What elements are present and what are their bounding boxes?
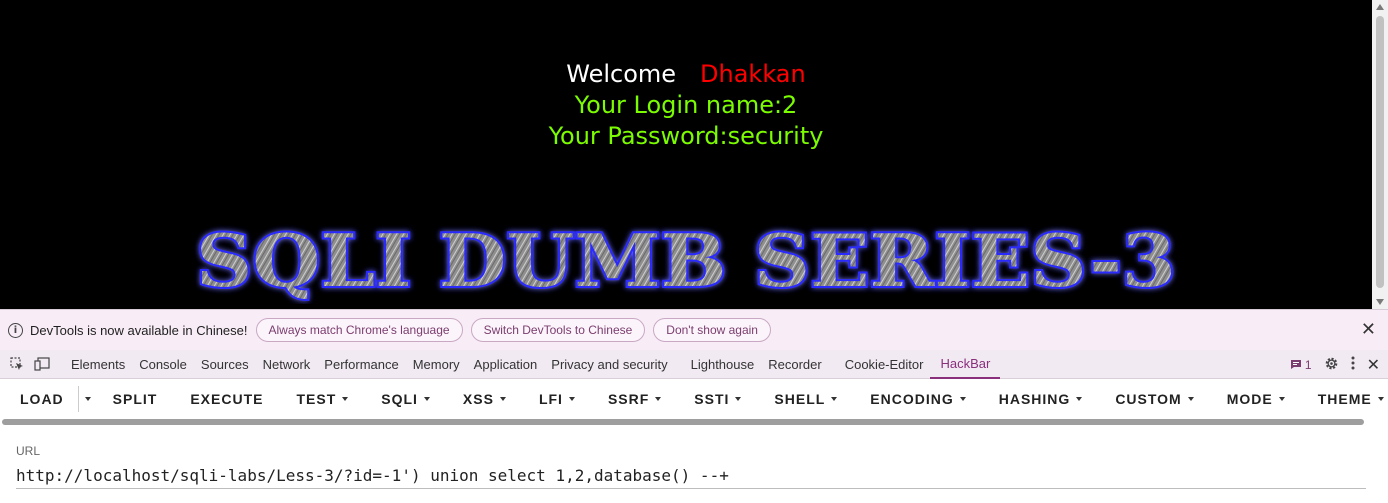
tab-recorder[interactable]: Recorder [761,350,828,379]
page-viewport: Welcome Dhakkan Your Login name:2 Your Pa… [0,0,1388,309]
page-content: Welcome Dhakkan Your Login name:2 Your Pa… [0,0,1372,309]
sqli-label: SQLI [381,391,418,407]
chevron-down-icon [1377,397,1384,401]
welcome-line: Welcome Dhakkan [0,60,1372,88]
hackbar-toolbar: LOAD SPLIT EXECUTE TEST SQLI XSS LFI SSR… [0,379,1388,419]
chevron-down-icon [959,397,966,401]
banner-text: SQLI DUMB SERIES-3 [196,218,1176,303]
execute-label: EXECUTE [190,391,264,407]
tab-elements[interactable]: Elements [64,350,132,379]
theme-menu-button[interactable]: THEME [1318,379,1384,419]
switch-to-chinese-button[interactable]: Switch DevTools to Chinese [470,318,646,342]
ssrf-label: SSRF [607,391,650,407]
url-input[interactable]: http://localhost/sqli-labs/Less-3/?id=-1… [16,466,729,485]
gear-icon[interactable] [1324,356,1339,374]
devtools-actions: 1 ✕ [1290,350,1380,379]
theme-label: THEME [1317,391,1372,407]
load-divider [77,386,79,412]
chevron-down-icon [499,397,506,401]
tab-hackbar[interactable]: HackBar [930,350,1001,379]
issues-badge[interactable]: 1 [1290,358,1312,372]
encoding-label: ENCODING [870,391,954,407]
split-button[interactable]: SPLIT [113,379,158,419]
tab-lighthouse[interactable]: Lighthouse [684,350,762,379]
sqli-menu-button[interactable]: SQLI [381,379,430,419]
message-icon [1290,360,1301,369]
mode-label: MODE [1226,391,1273,407]
chevron-down-icon [423,397,430,401]
chevron-down-icon [655,397,662,401]
info-icon: i [8,322,23,338]
page-scrollbar[interactable] [1372,0,1388,309]
tab-sources[interactable]: Sources [194,350,256,379]
custom-menu-button[interactable]: CUSTOM [1115,379,1194,419]
tab-performance[interactable]: Performance [317,350,405,379]
test-label: TEST [296,391,337,407]
chevron-down-icon [568,397,575,401]
xss-menu-button[interactable]: XSS [463,379,506,419]
chevron-down-icon [1076,397,1083,401]
execute-button[interactable]: EXECUTE [190,379,263,419]
welcome-label: Welcome [566,60,677,88]
chevron-down-icon [1187,397,1194,401]
password-text: Your Password:security [548,122,824,150]
chevron-down-icon [735,397,742,401]
load-button[interactable]: LOAD [20,379,64,419]
sqli-banner-image: SQLI DUMB SERIES-3 [194,216,1178,304]
welcome-username: Dhakkan [700,60,806,88]
tab-memory[interactable]: Memory [406,350,467,379]
shell-menu-button[interactable]: SHELL [774,379,838,419]
infobar-message: DevTools is now available in Chinese! [30,322,248,338]
lfi-menu-button[interactable]: LFI [539,379,575,419]
lfi-label: LFI [538,391,563,407]
issues-count: 1 [1304,357,1312,372]
chevron-down-icon [342,397,349,401]
url-input-underline [16,488,1366,489]
load-label: LOAD [20,391,64,407]
tab-application[interactable]: Application [467,350,545,379]
more-options-icon[interactable] [1351,356,1355,373]
xss-label: XSS [462,391,494,407]
tab-console[interactable]: Console [132,350,194,379]
ssrf-menu-button[interactable]: SSRF [607,379,662,419]
login-name-text: Your Login name:2 [574,91,798,119]
shell-label: SHELL [774,391,826,407]
hashing-label: HASHING [998,391,1071,407]
test-menu-button[interactable]: TEST [296,379,349,419]
url-label: URL [16,444,41,458]
scroll-thumb[interactable] [1376,16,1384,288]
chevron-down-icon [1278,397,1285,401]
encoding-menu-button[interactable]: ENCODING [870,379,966,419]
load-dropdown-button[interactable] [84,379,91,419]
close-icon[interactable]: ✕ [1361,320,1376,338]
devtools-language-infobar: i DevTools is now available in Chinese! … [0,309,1388,350]
split-label: SPLIT [112,391,158,407]
ssti-menu-button[interactable]: SSTI [694,379,742,419]
chevron-down-icon [84,397,91,401]
chevron-down-icon [831,397,838,401]
scroll-up-arrow-icon[interactable] [1376,4,1384,10]
ssti-label: SSTI [694,391,730,407]
mode-menu-button[interactable]: MODE [1227,379,1285,419]
dont-show-again-button[interactable]: Don't show again [653,318,771,342]
tab-cookie-editor[interactable]: Cookie-Editor [838,350,931,379]
scroll-down-arrow-icon[interactable] [1376,299,1384,305]
inspect-element-icon[interactable] [9,356,25,372]
url-field: URL http://localhost/sqli-labs/Less-3/?i… [0,425,1388,503]
hashing-menu-button[interactable]: HASHING [999,379,1083,419]
device-toggle-icon[interactable] [34,356,50,372]
devtools-tab-strip: Elements Console Sources Network Perform… [0,350,1388,379]
tab-privacy-and-security[interactable]: Privacy and security [544,350,674,379]
tab-network[interactable]: Network [256,350,318,379]
always-match-language-button[interactable]: Always match Chrome's language [255,318,463,342]
close-devtools-icon[interactable]: ✕ [1367,355,1380,375]
custom-label: CUSTOM [1115,391,1182,407]
